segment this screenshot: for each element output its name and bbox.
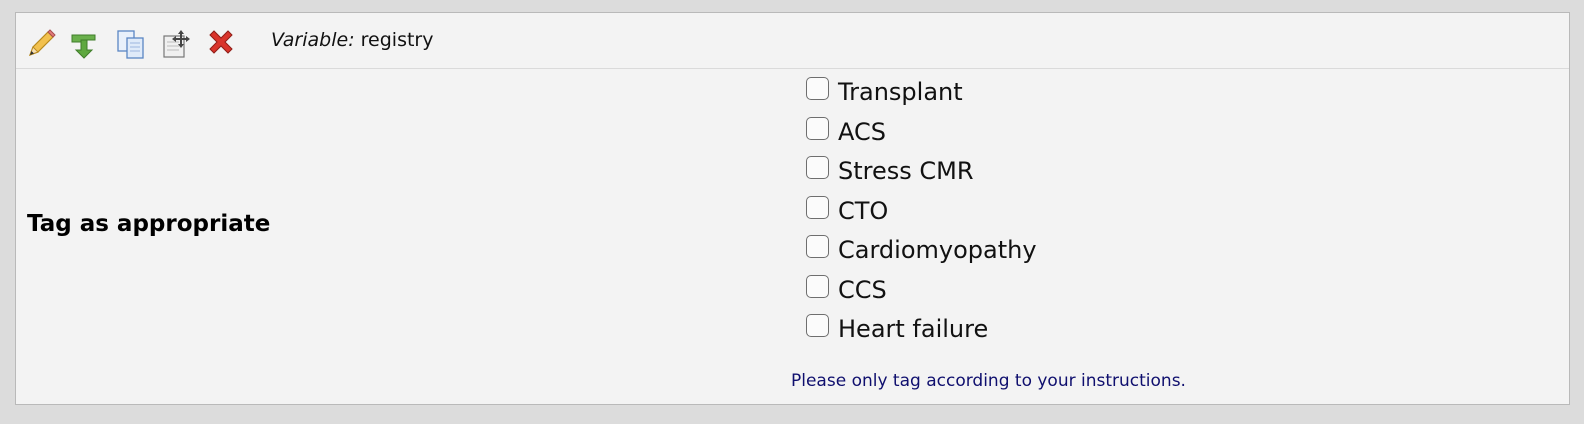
checkbox[interactable] bbox=[806, 116, 829, 140]
pencil-icon[interactable] bbox=[24, 28, 58, 60]
checkbox[interactable] bbox=[806, 77, 829, 100]
field-toolbar: Variable: registry bbox=[16, 13, 1569, 69]
checkbox[interactable] bbox=[806, 314, 829, 337]
option-label: Transplant bbox=[838, 78, 963, 106]
checkbox[interactable] bbox=[806, 156, 829, 179]
variable-prefix: Variable: bbox=[271, 29, 355, 51]
variable-name: registry bbox=[360, 29, 434, 51]
branch-arrow-icon[interactable] bbox=[69, 28, 103, 60]
delete-icon[interactable] bbox=[204, 28, 238, 60]
option-label: CTO bbox=[838, 196, 889, 225]
option-label: Stress CMR bbox=[838, 157, 974, 185]
checkbox[interactable] bbox=[806, 235, 829, 258]
checkbox[interactable] bbox=[806, 195, 829, 219]
field-editor-panel: Variable: registry Tag as appropriate Tr… bbox=[15, 12, 1570, 405]
option-label: Cardiomyopathy bbox=[838, 236, 1037, 264]
option-label: ACS bbox=[838, 117, 886, 146]
checkbox[interactable] bbox=[806, 274, 829, 298]
copy-icon[interactable] bbox=[114, 28, 148, 60]
option-label: CCS bbox=[838, 275, 887, 304]
move-icon[interactable] bbox=[159, 28, 193, 60]
variable-name-label: Variable: registry bbox=[271, 29, 433, 51]
option-label: Heart failure bbox=[838, 315, 989, 343]
field-note: Please only tag according to your instru… bbox=[791, 371, 1186, 391]
field-label: Tag as appropriate bbox=[27, 211, 271, 237]
